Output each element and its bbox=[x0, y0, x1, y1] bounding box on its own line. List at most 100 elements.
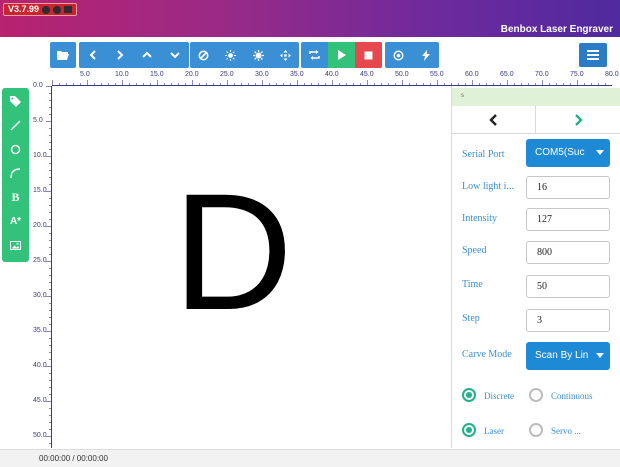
text-tool[interactable]: A* bbox=[2, 210, 29, 232]
folder-open-icon bbox=[57, 51, 69, 60]
tag-tool[interactable] bbox=[2, 90, 29, 112]
circle-slash-icon bbox=[198, 50, 209, 60]
ruler-tick-label: 25.0 bbox=[33, 257, 47, 264]
drawing-tools-panel: B A* bbox=[2, 88, 29, 262]
move-up-button[interactable] bbox=[133, 42, 161, 68]
engraving-text-object[interactable]: D bbox=[173, 170, 293, 336]
start-button[interactable] bbox=[328, 42, 355, 68]
carve-mode-label: Carve Mode bbox=[462, 349, 512, 360]
move-left-button[interactable] bbox=[79, 42, 106, 68]
ruler-tick-label: 20.0 bbox=[185, 71, 199, 78]
sun-large-icon bbox=[252, 49, 264, 61]
bold-text-tool[interactable]: B bbox=[2, 186, 29, 208]
continuous-label: Continuous bbox=[551, 391, 593, 401]
time-input[interactable]: 50 bbox=[526, 275, 610, 298]
maximize-icon[interactable] bbox=[64, 6, 73, 13]
ruler-tick-label: 50.0 bbox=[395, 71, 409, 78]
toolbar-laser-group bbox=[190, 42, 299, 68]
image-tool[interactable] bbox=[2, 234, 29, 256]
carve-mode-value: Scan By Lin bbox=[535, 350, 589, 361]
center-button[interactable] bbox=[272, 42, 299, 68]
stop-icon bbox=[364, 51, 373, 59]
servo-label: Servo ... bbox=[551, 426, 581, 436]
frame-button[interactable] bbox=[385, 42, 412, 68]
move-down-button[interactable] bbox=[161, 42, 189, 68]
repeat-icon bbox=[309, 50, 320, 60]
step-input[interactable]: 3 bbox=[526, 309, 610, 332]
speed-label: Speed bbox=[462, 245, 487, 256]
line-tool[interactable] bbox=[2, 114, 29, 136]
carve-mode-select[interactable]: Scan By Lin bbox=[526, 342, 610, 370]
version-badge: V3.7.99 bbox=[3, 3, 78, 16]
toolbar-file-group bbox=[50, 42, 76, 68]
crosshair-icon bbox=[280, 49, 291, 61]
toolbar-move-group bbox=[79, 42, 189, 68]
minimize-icon[interactable] bbox=[42, 5, 51, 14]
ruler-tick-label: 25.0 bbox=[220, 71, 234, 78]
ruler-tick-label: 65.0 bbox=[500, 71, 514, 78]
low-light-label: Low light i... bbox=[462, 181, 514, 192]
close-icon[interactable] bbox=[53, 5, 62, 14]
toolbar-run-group bbox=[301, 42, 382, 68]
image-icon bbox=[10, 240, 21, 250]
repeat-button[interactable] bbox=[301, 42, 328, 68]
intensity-input[interactable]: 127 bbox=[526, 208, 610, 231]
caret-down-icon bbox=[596, 353, 604, 358]
ruler-tick-label: 70.0 bbox=[535, 71, 549, 78]
ruler-tick-label: 10.0 bbox=[115, 71, 129, 78]
ruler-tick-label: 0.0 bbox=[33, 82, 43, 89]
circle-icon bbox=[10, 144, 21, 154]
spot-large-button[interactable] bbox=[244, 42, 272, 68]
stop-button[interactable] bbox=[355, 42, 382, 68]
intensity-label: Intensity bbox=[462, 213, 497, 224]
version-label: V3.7.99 bbox=[8, 4, 40, 14]
elapsed-time: 00:00:00 / 00:00:00 bbox=[39, 454, 108, 463]
discrete-radio[interactable] bbox=[462, 388, 476, 402]
circle-tool[interactable] bbox=[2, 138, 29, 160]
low-light-input[interactable]: 16 bbox=[526, 176, 610, 199]
next-page-button[interactable] bbox=[536, 106, 620, 134]
laser-radio[interactable] bbox=[462, 423, 476, 437]
servo-radio[interactable] bbox=[529, 423, 543, 437]
disable-button[interactable] bbox=[190, 42, 217, 68]
move-right-button[interactable] bbox=[106, 42, 133, 68]
chevron-down-icon bbox=[170, 52, 180, 59]
ruler-tick-label: 20.0 bbox=[33, 222, 47, 229]
menu-button[interactable] bbox=[579, 43, 607, 67]
step-label: Step bbox=[462, 313, 480, 324]
laser-label: Laser bbox=[484, 426, 504, 436]
status-bar: 00:00:00 / 00:00:00 bbox=[0, 449, 620, 467]
ruler-tick-label: 80.0 bbox=[605, 71, 619, 78]
speed-input[interactable]: 800 bbox=[526, 241, 610, 264]
ruler-tick-label: 5.0 bbox=[33, 117, 43, 124]
play-icon bbox=[338, 50, 346, 60]
bolt-icon bbox=[421, 49, 430, 61]
vertical-ruler bbox=[46, 86, 52, 448]
line-icon bbox=[10, 120, 21, 130]
burn-button[interactable] bbox=[412, 42, 439, 68]
panel-header: s bbox=[452, 88, 620, 106]
spot-small-button[interactable] bbox=[217, 42, 244, 68]
ruler-tick-label: 35.0 bbox=[290, 71, 304, 78]
target-icon bbox=[393, 49, 404, 61]
continuous-radio[interactable] bbox=[529, 388, 543, 402]
chevron-right-icon bbox=[116, 50, 123, 60]
chevron-right-icon bbox=[574, 114, 583, 126]
ruler-tick-label: 45.0 bbox=[360, 71, 374, 78]
title-bar: V3.7.99 Benbox Laser Engraver bbox=[0, 0, 620, 37]
chevron-up-icon bbox=[142, 51, 152, 58]
ruler-tick-label: 10.0 bbox=[33, 152, 47, 159]
ruler-tick-label: 5.0 bbox=[80, 71, 90, 78]
serial-port-select[interactable]: COM5(Suc bbox=[526, 139, 610, 167]
previous-page-button[interactable] bbox=[452, 106, 536, 134]
arc-icon bbox=[10, 167, 21, 178]
open-file-button[interactable] bbox=[50, 42, 76, 68]
arc-tool[interactable] bbox=[2, 162, 29, 184]
ruler-tick-label: 60.0 bbox=[465, 71, 479, 78]
serial-port-value: COM5(Suc bbox=[535, 147, 585, 158]
caret-down-icon bbox=[596, 150, 604, 155]
ruler-tick-label: 45.0 bbox=[33, 397, 47, 404]
tag-icon bbox=[10, 95, 21, 107]
toolbar-tools-group bbox=[385, 42, 439, 68]
ruler-tick-label: 40.0 bbox=[325, 71, 339, 78]
